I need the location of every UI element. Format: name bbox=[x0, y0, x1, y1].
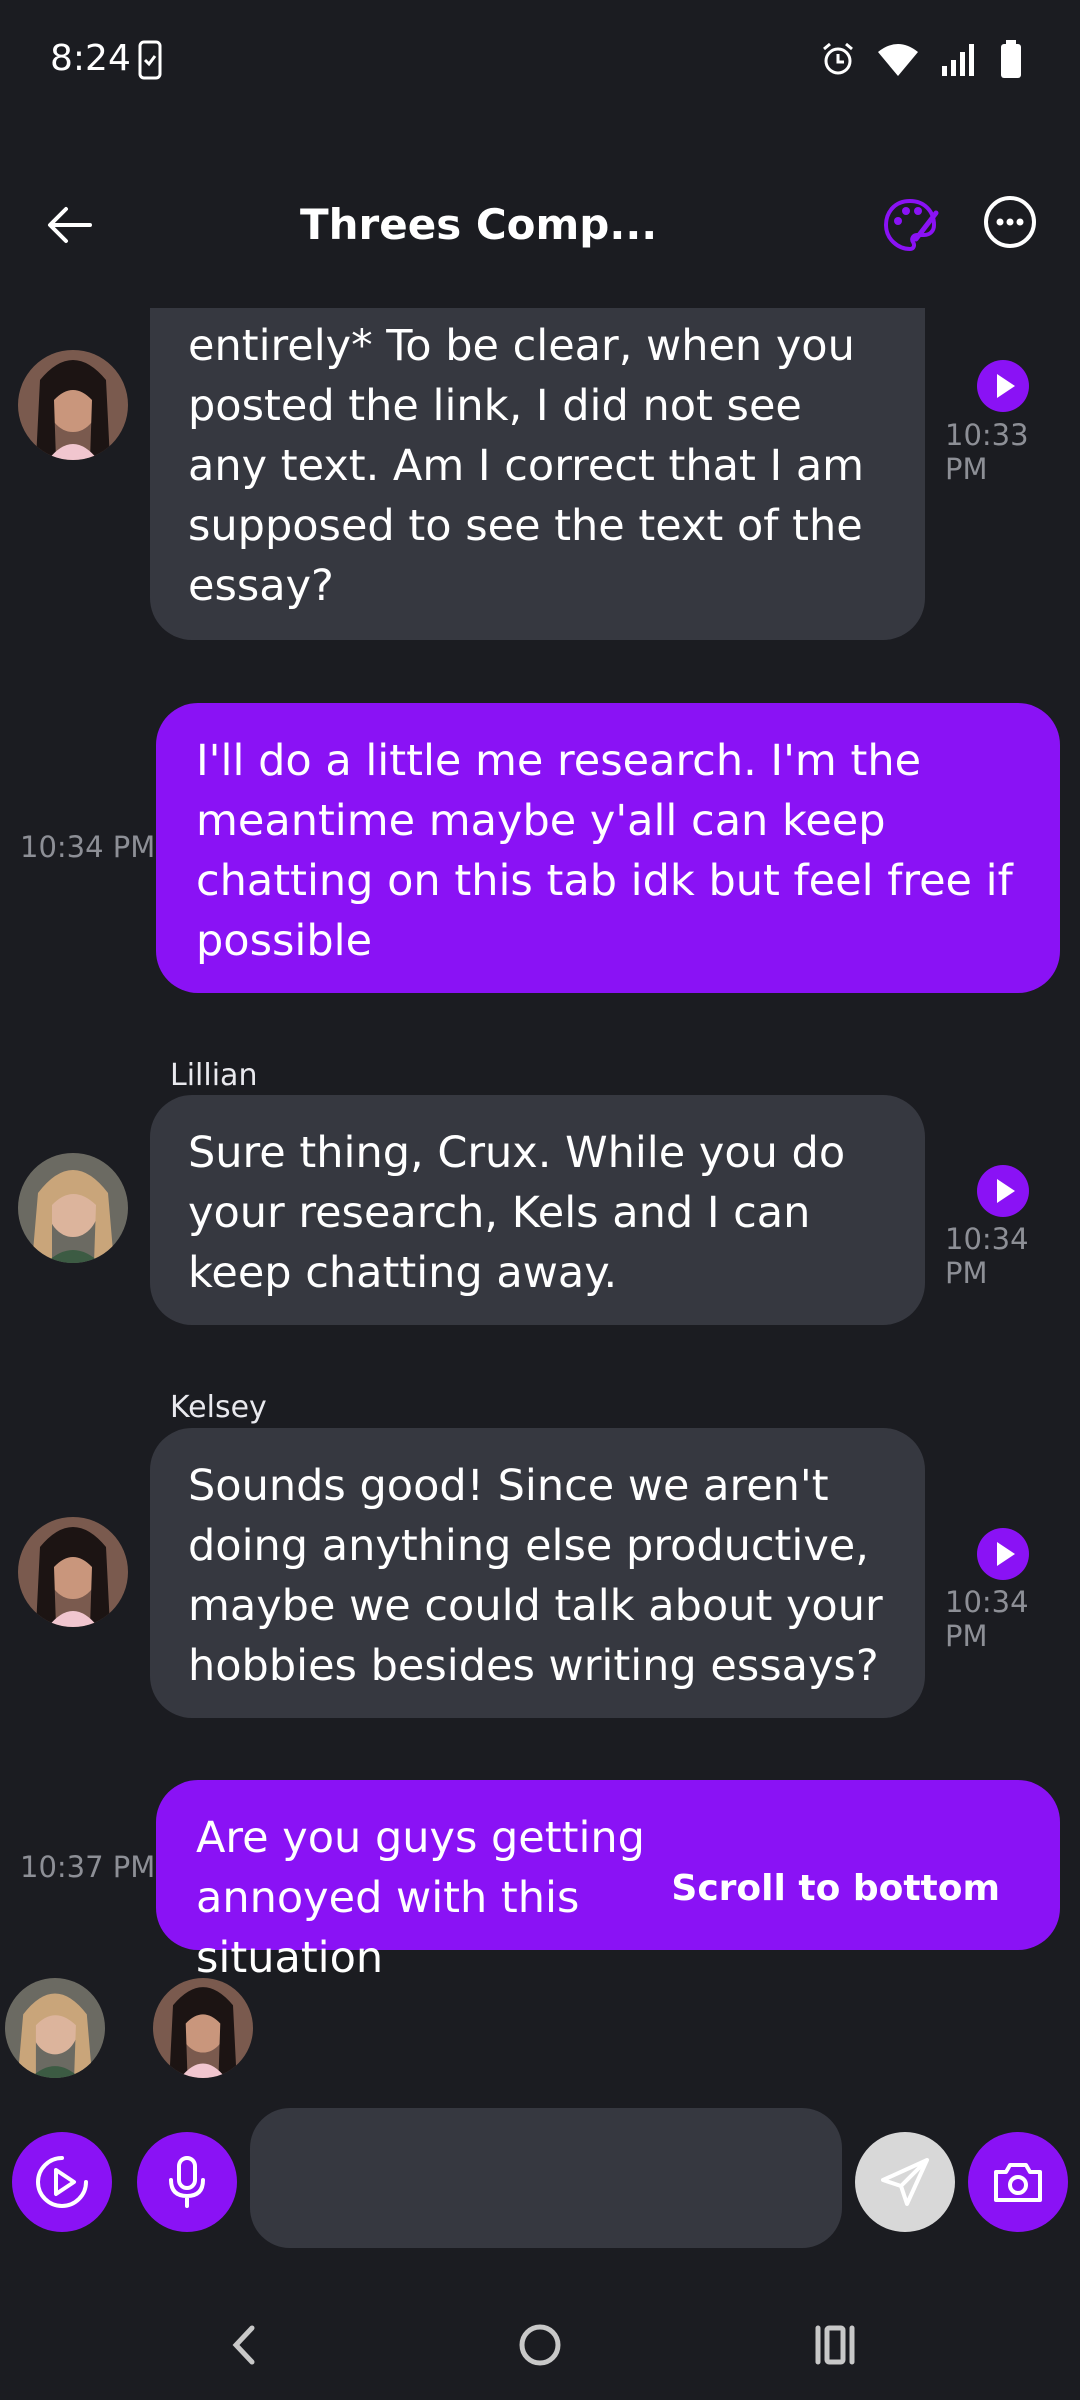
message-bubble[interactable]: entirely* To be clear, when you posted t… bbox=[150, 308, 925, 640]
send-button[interactable] bbox=[855, 2132, 955, 2232]
system-nav-bar bbox=[0, 2290, 1080, 2390]
message-timestamp: 10:34 PM bbox=[945, 1222, 1029, 1290]
alarm-icon bbox=[823, 42, 853, 75]
avatar-kelsey bbox=[153, 1978, 253, 2078]
status-bar: 8:24 bbox=[0, 0, 1080, 125]
battery-icon bbox=[1001, 40, 1021, 78]
avatar-lillian bbox=[5, 1978, 105, 2078]
message-bubble[interactable]: Are you guys getting annoyed with this s… bbox=[156, 1780, 1060, 1983]
avatar-kelsey[interactable] bbox=[18, 350, 128, 460]
message-text: entirely* To be clear, when you posted t… bbox=[188, 321, 865, 611]
microphone-icon bbox=[169, 2156, 205, 2208]
nav-recents-icon[interactable] bbox=[800, 2310, 870, 2380]
message-bubble[interactable]: Sounds good! Since we aren't doing anyth… bbox=[150, 1428, 925, 1718]
play-audio-button[interactable] bbox=[977, 1165, 1029, 1217]
palette-icon[interactable] bbox=[880, 195, 940, 255]
camera-button[interactable] bbox=[968, 2132, 1068, 2232]
wifi-icon bbox=[878, 44, 918, 76]
chat-title[interactable]: Threes Comp... bbox=[300, 200, 760, 249]
play-circle-icon bbox=[36, 2156, 88, 2208]
status-time: 8:24 bbox=[50, 38, 131, 79]
message-timestamp: 10:37 PM bbox=[20, 1850, 156, 1884]
message-text: Sure thing, Crux. While you do your rese… bbox=[188, 1128, 846, 1298]
microphone-button[interactable] bbox=[137, 2132, 237, 2232]
sender-name: Kelsey bbox=[170, 1390, 267, 1425]
play-audio-button[interactable] bbox=[977, 1528, 1029, 1580]
nav-home-icon[interactable] bbox=[505, 2310, 575, 2380]
avatar-lillian[interactable] bbox=[18, 1153, 128, 1263]
play-audio-button[interactable] bbox=[977, 360, 1029, 412]
scroll-to-bottom-button[interactable]: Scroll to bottom bbox=[671, 1868, 1000, 1909]
signal-icon bbox=[942, 44, 974, 76]
sender-name: Lillian bbox=[170, 1058, 258, 1093]
camera-icon bbox=[994, 2163, 1042, 2202]
status-icons bbox=[820, 40, 1022, 78]
message-input[interactable] bbox=[250, 2108, 842, 2248]
more-options-icon[interactable] bbox=[980, 192, 1040, 252]
message-bubble[interactable]: Sure thing, Crux. While you do your rese… bbox=[150, 1095, 925, 1325]
message-timestamp: 10:33 PM bbox=[945, 418, 1029, 486]
message-text: I'll do a little me research. I'm the me… bbox=[196, 736, 1013, 966]
phone-check-icon bbox=[138, 40, 162, 80]
back-arrow-icon[interactable] bbox=[40, 195, 100, 255]
avatar-kelsey[interactable] bbox=[18, 1517, 128, 1627]
message-timestamp: 10:34 PM bbox=[20, 830, 156, 864]
message-bubble[interactable]: I'll do a little me research. I'm the me… bbox=[156, 703, 1060, 993]
nav-back-icon[interactable] bbox=[210, 2310, 280, 2380]
message-timestamp: 10:34 PM bbox=[945, 1585, 1029, 1653]
send-icon bbox=[881, 2158, 929, 2206]
chat-header: Threes Comp... bbox=[0, 170, 1080, 280]
video-play-button[interactable] bbox=[12, 2132, 112, 2232]
composer-bar bbox=[0, 2100, 1080, 2260]
message-text: Sounds good! Since we aren't doing anyth… bbox=[188, 1461, 883, 1691]
